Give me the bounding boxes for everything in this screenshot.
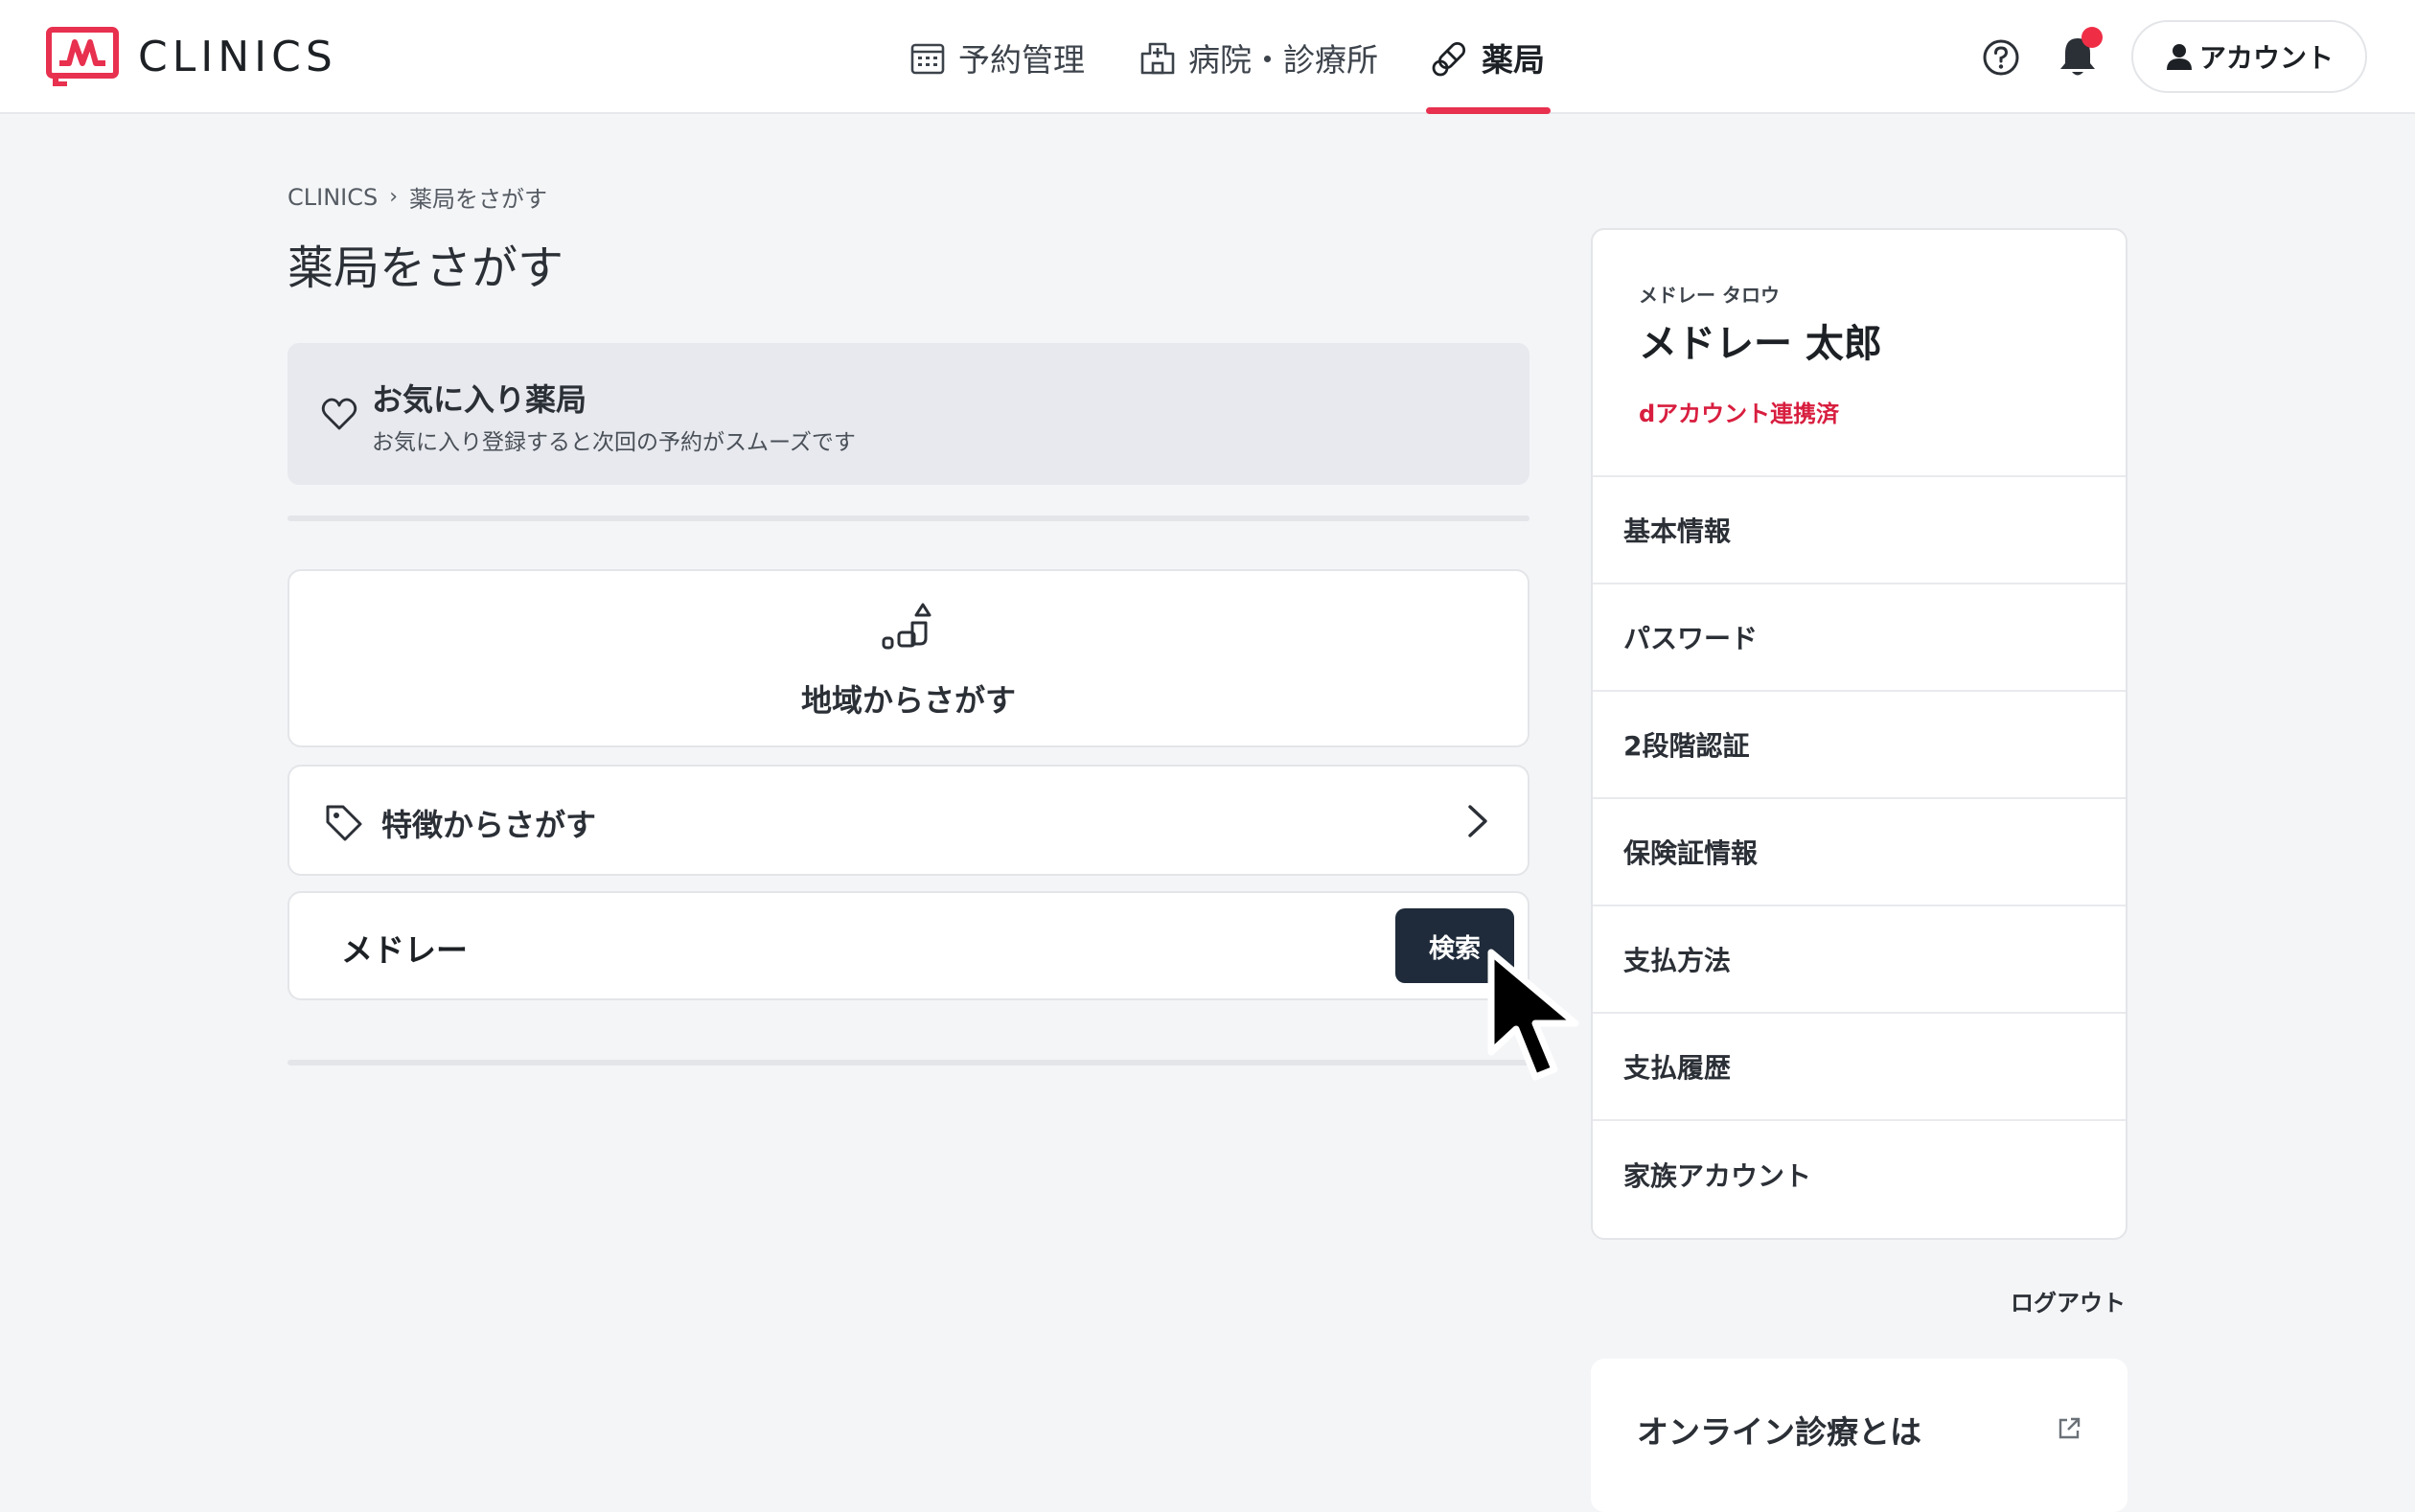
keyword-search-card: 検索	[288, 891, 1530, 1000]
online-consultation-card[interactable]: オンライン診療とは	[1591, 1359, 2128, 1512]
menu-payment-history[interactable]: 支払履歴	[1593, 1014, 2126, 1121]
user-name-kana: メドレー タロウ	[1639, 284, 1780, 307]
menu-two-factor[interactable]: 2段階認証	[1593, 692, 2126, 799]
page-title: 薬局をさがす	[288, 241, 564, 295]
nav-reservations[interactable]: 予約管理	[882, 0, 1112, 114]
online-consultation-label: オンライン診療とは	[1637, 1413, 1921, 1451]
heart-icon	[321, 398, 357, 430]
main-nav: 予約管理 病院・診療所 薬局	[882, 0, 1572, 114]
nav-hospitals[interactable]: 病院・診療所	[1112, 0, 1405, 114]
user-icon	[2166, 44, 2192, 70]
profile-panel: メドレー タロウ メドレー 太郎 dアカウント連携済 基本情報 パスワード 2段…	[1591, 228, 2128, 1240]
user-name: メドレー 太郎	[1639, 322, 1882, 366]
chevron-right-icon	[1468, 805, 1487, 837]
clinics-logo[interactable]: CLINICS	[46, 27, 337, 86]
nav-pharmacy[interactable]: 薬局	[1405, 0, 1572, 114]
menu-basic-info[interactable]: 基本情報	[1593, 477, 2126, 584]
menu-password[interactable]: パスワード	[1593, 584, 2126, 692]
breadcrumb: CLINICS › 薬局をさがす	[288, 180, 547, 214]
region-search-card[interactable]: 地域からさがす	[288, 569, 1530, 747]
breadcrumb-current: 薬局をさがす	[409, 186, 548, 213]
top-header: CLINICS 予約管理 病院・診療所 薬局 アカウント	[0, 0, 2415, 114]
menu-family-account[interactable]: 家族アカウント	[1593, 1121, 2126, 1228]
hospital-icon	[1140, 42, 1175, 74]
menu-payment-method[interactable]: 支払方法	[1593, 906, 2126, 1014]
section-divider	[288, 515, 1530, 521]
feature-search-label: 特徴からさがす	[381, 807, 597, 843]
feature-search-card[interactable]: 特徴からさがす	[288, 765, 1530, 876]
region-search-label: 地域からさがす	[800, 682, 1016, 719]
pill-icon	[1432, 41, 1466, 76]
account-button-label: アカウント	[2198, 42, 2334, 74]
logo-text: CLINICS	[138, 32, 337, 81]
notification-badge	[2082, 27, 2103, 48]
section-divider-bottom	[288, 1060, 1530, 1065]
nav-hospitals-label: 病院・診療所	[1188, 40, 1378, 79]
logout-link[interactable]: ログアウト	[2011, 1284, 2126, 1317]
favorite-pharmacies-card[interactable]: お気に入り薬局 お気に入り登録すると次回の予約がスムーズです	[288, 343, 1530, 485]
nav-pharmacy-label: 薬局	[1482, 40, 1545, 79]
favorite-title: お気に入り薬局	[372, 381, 587, 418]
region-map-icon	[882, 603, 932, 650]
mouse-cursor-icon	[1487, 949, 1579, 1081]
profile-header: メドレー タロウ メドレー 太郎 dアカウント連携済	[1593, 230, 2126, 477]
account-button[interactable]: アカウント	[2131, 20, 2367, 93]
help-icon[interactable]	[1982, 38, 2020, 77]
external-link-icon	[2058, 1417, 2081, 1439]
clinics-logo-icon	[46, 27, 119, 86]
breadcrumb-root[interactable]: CLINICS	[288, 184, 378, 211]
d-account-status: dアカウント連携済	[1639, 401, 1840, 427]
tag-icon	[326, 805, 362, 841]
menu-insurance[interactable]: 保険証情報	[1593, 799, 2126, 906]
breadcrumb-separator: ›	[389, 185, 399, 209]
keyword-search-input[interactable]	[339, 916, 1301, 979]
favorite-subtitle: お気に入り登録すると次回の予約がスムーズです	[372, 430, 856, 455]
calendar-icon	[910, 43, 945, 74]
nav-reservations-label: 予約管理	[958, 40, 1085, 79]
